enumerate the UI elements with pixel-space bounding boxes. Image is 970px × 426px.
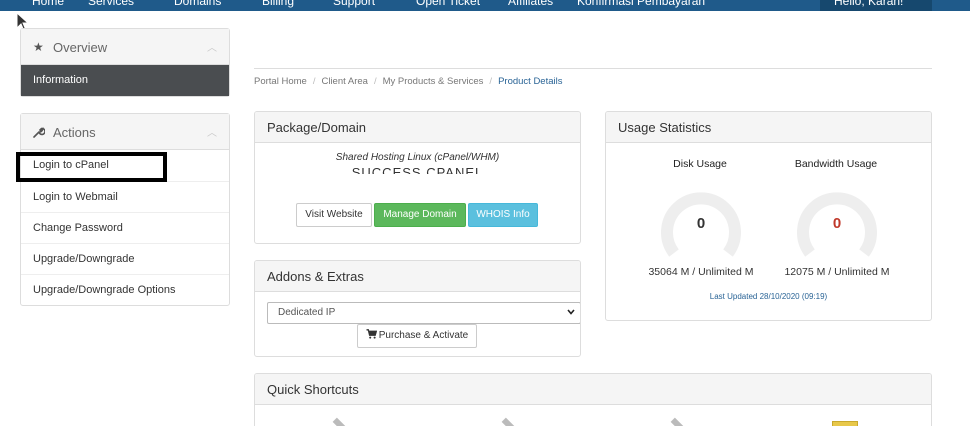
product-status: SUCCESS CPANEL [351, 166, 484, 174]
nav-services[interactable]: Services [88, 0, 134, 8]
sidebar-item-upgrade-downgrade[interactable]: Upgrade/Downgrade [21, 243, 229, 274]
breadcrumb-client-area[interactable]: Client Area [321, 76, 367, 87]
quick-shortcuts-title: Quick Shortcuts [255, 374, 931, 405]
highlight-box [16, 152, 167, 182]
breadcrumb: Portal Home / Client Area / My Products & Se… [254, 76, 563, 87]
user-greeting: Hello, Karan! [834, 0, 904, 8]
actions-header[interactable]: Actions ︿ [21, 114, 229, 150]
package-title: Package/Domain [255, 112, 580, 143]
addon-select[interactable]: Dedicated IP [267, 302, 580, 324]
nav-open-ticket[interactable]: Open Ticket [416, 0, 480, 8]
purchase-activate-button[interactable]: Purchase & Activate [357, 324, 477, 348]
whois-info-button[interactable]: WHOIS Info [468, 203, 538, 227]
usage-title: Usage Statistics [606, 112, 931, 143]
visit-website-button[interactable]: Visit Website [296, 203, 372, 227]
bandwidth-usage-caption: 12075 M / Unlimited M [784, 266, 890, 278]
purchase-activate-label: Purchase & Activate [378, 330, 469, 341]
sidebar-item-change-password[interactable]: Change Password [21, 212, 229, 243]
sidebar-item-information[interactable]: Information [21, 65, 229, 96]
nav-konfirmasi[interactable]: Konfirmasi Pembayaran [577, 0, 705, 8]
addons-title: Addons & Extras [255, 261, 580, 292]
addons-panel: Addons & Extras Dedicated IP Purchase & … [254, 260, 581, 357]
overview-header[interactable]: ★ Overview ︿ [21, 29, 229, 65]
quick-shortcuts-panel: Quick Shortcuts [254, 373, 932, 426]
chevron-up-icon[interactable]: ︿ [207, 124, 217, 139]
package-panel: Package/Domain Shared Hosting Linux (cPa… [254, 111, 581, 244]
chevron-up-icon[interactable]: ︿ [207, 39, 217, 54]
sidebar-item-upgrade-downgrade-options[interactable]: Upgrade/Downgrade Options [21, 274, 229, 305]
usage-panel: Usage Statistics Disk Usage 0 35064 M / … [605, 111, 932, 321]
nav-affiliates[interactable]: Affiliates [508, 0, 553, 8]
user-menu[interactable]: Hello, Karan! [820, 0, 932, 11]
product-name: Shared Hosting Linux (cPanel/WHM) [335, 152, 500, 163]
chevron-down-icon [567, 309, 575, 315]
wrench-icon [33, 126, 46, 138]
nav-domains[interactable]: Domains [174, 0, 221, 8]
top-nav: Home Services Domains Billing Support Op… [0, 0, 970, 11]
overview-title: Overview [53, 40, 108, 55]
actions-panel: Actions ︿ Login to cPanel Login to Webma… [20, 113, 230, 306]
manage-domain-button[interactable]: Manage Domain [374, 203, 466, 227]
sidebar-item-login-webmail[interactable]: Login to Webmail [21, 181, 229, 212]
disk-usage-value: 0 [696, 215, 706, 232]
nav-billing[interactable]: Billing [262, 0, 294, 8]
bandwidth-usage-value: 0 [832, 215, 842, 232]
nav-home[interactable]: Home [32, 0, 64, 8]
disk-usage-label: Disk Usage [673, 158, 727, 170]
breadcrumb-product-details: Product Details [498, 76, 563, 87]
shopping-cart-icon [366, 329, 377, 339]
nav-support[interactable]: Support [333, 0, 375, 8]
disk-usage-caption: 35064 M / Unlimited M [648, 266, 754, 278]
addon-selected-value: Dedicated IP [278, 307, 336, 318]
bandwidth-usage-label: Bandwidth Usage [794, 158, 878, 170]
star-icon: ★ [33, 40, 44, 54]
overview-panel: ★ Overview ︿ Information [20, 28, 230, 97]
header-divider [254, 68, 932, 69]
actions-title: Actions [53, 125, 96, 140]
last-updated-text: Last Updated 28/10/2020 (09:19) [709, 292, 828, 301]
shortcut-icon[interactable] [832, 421, 858, 426]
breadcrumb-portal-home[interactable]: Portal Home [254, 76, 307, 87]
breadcrumb-my-products[interactable]: My Products & Services [383, 76, 484, 87]
